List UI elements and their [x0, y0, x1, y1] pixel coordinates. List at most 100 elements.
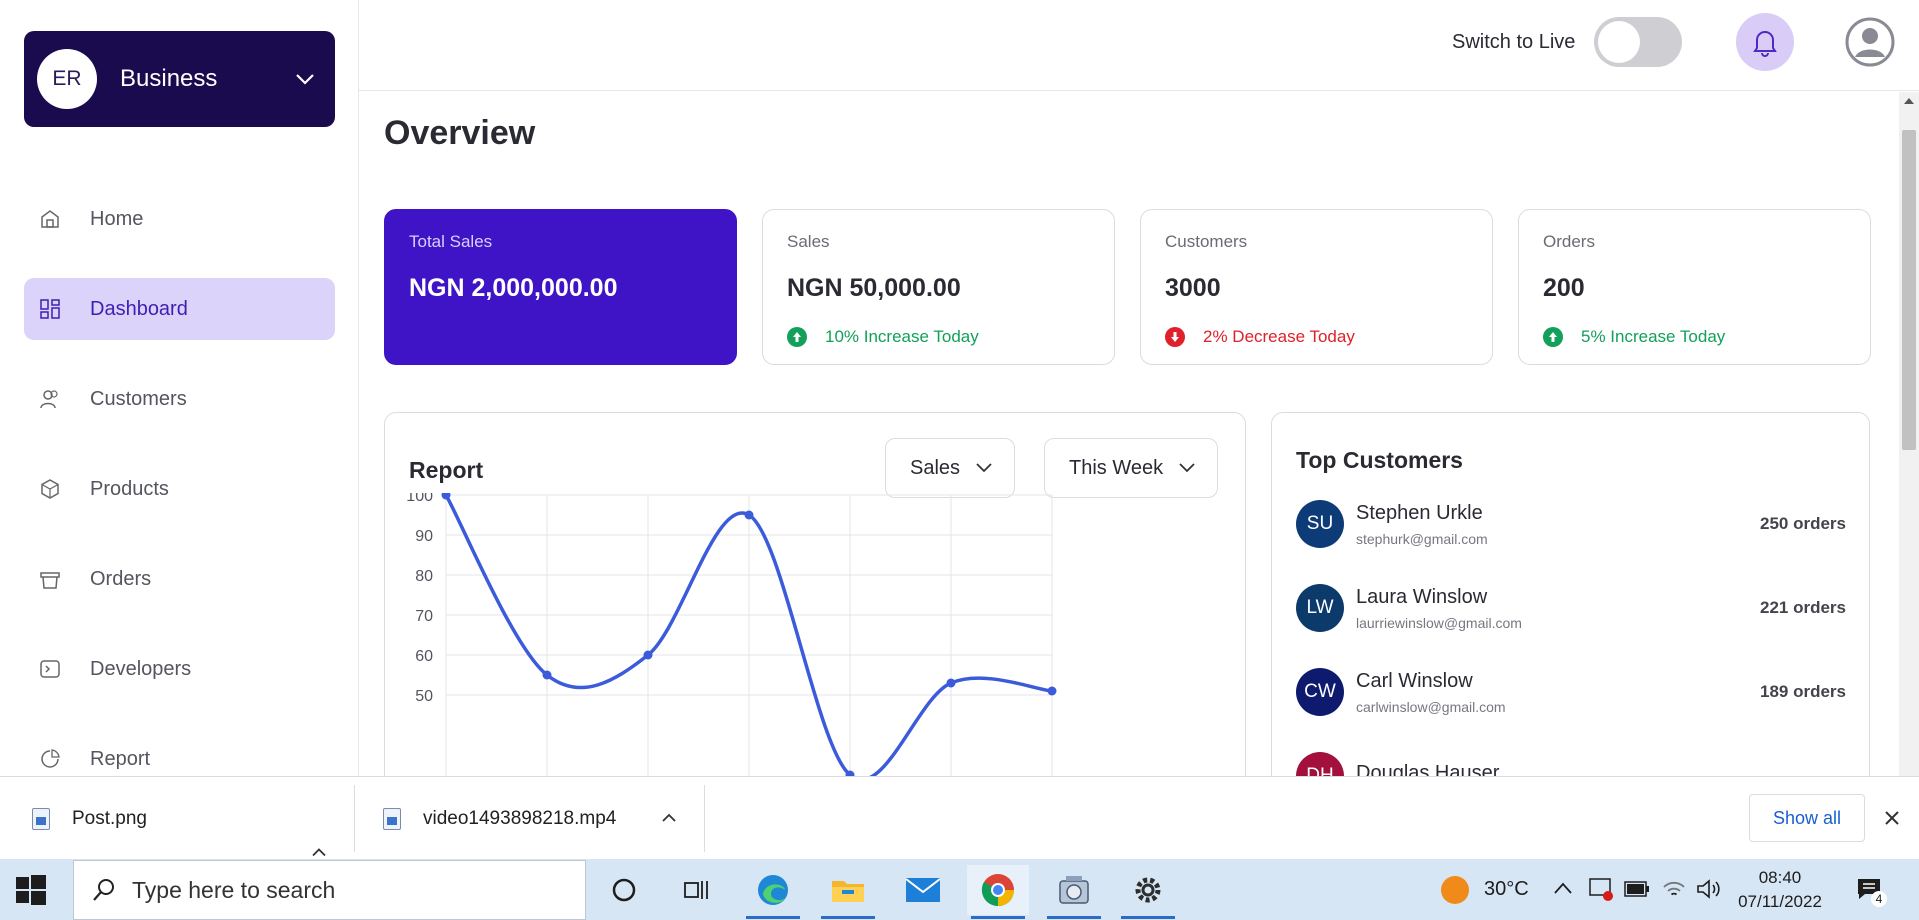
- arrow-up-icon: [787, 327, 807, 347]
- customers-card: Customers 3000 2% Decrease Today: [1140, 209, 1493, 365]
- business-switcher[interactable]: ER Business: [24, 31, 335, 127]
- sidebar-item-label: Products: [90, 477, 169, 500]
- search-icon: [93, 879, 114, 901]
- sidebar-item-orders[interactable]: Orders: [24, 548, 335, 610]
- customer-email: laurriewinslow@gmail.com: [1356, 614, 1522, 631]
- taskbar-search-box[interactable]: Type here to search: [73, 860, 586, 920]
- customer-orders: 221 orders: [1760, 598, 1846, 617]
- download-divider: [704, 785, 705, 852]
- downloads-bar: Post.png video1493898218.mp4 Show all: [0, 776, 1919, 859]
- chart-data-point[interactable]: [542, 670, 552, 680]
- download-filename: Post.png: [72, 807, 147, 829]
- toggle-knob: [1598, 21, 1640, 63]
- customer-avatar: LW: [1296, 584, 1344, 632]
- windows-start-icon[interactable]: [14, 873, 48, 907]
- edge-browser-icon[interactable]: [742, 865, 804, 919]
- card-change: 10% Increase Today: [825, 327, 979, 346]
- page-scrollbar[interactable]: [1899, 92, 1919, 776]
- chart-y-tick-label: 100: [406, 493, 433, 505]
- chart-data-point[interactable]: [643, 650, 653, 660]
- sidebar-item-developers[interactable]: Developers: [24, 638, 335, 700]
- arrow-up-icon: [1543, 327, 1563, 347]
- sidebar-item-label: Dashboard: [90, 297, 188, 320]
- scroll-thumb[interactable]: [1902, 130, 1916, 450]
- user-avatar-button[interactable]: [1845, 17, 1895, 67]
- card-label: Customers: [1165, 232, 1248, 251]
- customer-name: Stephen Urkle: [1356, 501, 1483, 524]
- windows-taskbar: Type here to search 30°C 08:40 07/11/202…: [0, 859, 1919, 920]
- customer-name: Douglas Hauser: [1356, 761, 1500, 777]
- card-change: 5% Increase Today: [1581, 327, 1726, 346]
- sidebar-item-label: Developers: [90, 657, 192, 680]
- customer-avatar: DH: [1296, 752, 1344, 776]
- task-view-icon[interactable]: [665, 865, 727, 915]
- notification-center-button[interactable]: 4: [1855, 875, 1887, 907]
- customer-orders: 189 orders: [1760, 682, 1846, 701]
- customer-avatar: CW: [1296, 668, 1344, 716]
- mail-icon[interactable]: [892, 865, 954, 915]
- sidebar-item-products[interactable]: Products: [24, 458, 335, 520]
- image-file-icon: [32, 807, 50, 830]
- customer-email: carlwinslow@gmail.com: [1356, 698, 1506, 715]
- card-value: NGN 2,000,000.00: [409, 274, 618, 302]
- sidebar-item-home[interactable]: Home: [24, 188, 335, 250]
- chevron-up-icon[interactable]: [1553, 881, 1573, 895]
- download-filename: video1493898218.mp4: [423, 807, 617, 829]
- metric-dropdown[interactable]: Sales: [885, 438, 1016, 498]
- sidebar-item-dashboard[interactable]: Dashboard: [24, 278, 335, 340]
- customer-row[interactable]: LW Laura Winslow laurriewinslow@gmail.co…: [1296, 580, 1846, 636]
- customer-row[interactable]: SU Stephen Urkle stephurk@gmail.com 250 …: [1296, 496, 1846, 552]
- report-panel: Report Sales This Week 100 90 80 70 60 50: [384, 412, 1246, 776]
- download-item-video[interactable]: video1493898218.mp4: [383, 777, 616, 860]
- sidebar: ER Business Home Dashboard Customers Pro…: [0, 0, 359, 776]
- chart-data-point[interactable]: [946, 678, 956, 688]
- customer-row[interactable]: DH Douglas Hauser: [1296, 748, 1846, 776]
- top-customers-panel: Top Customers SU Stephen Urkle stephurk@…: [1271, 412, 1870, 776]
- weather-temperature[interactable]: 30°C: [1484, 878, 1529, 901]
- weather-sun-icon[interactable]: [1440, 875, 1470, 905]
- chrome-browser-icon[interactable]: [967, 865, 1029, 919]
- chart-data-point[interactable]: [744, 510, 754, 520]
- sidebar-item-label: Report: [90, 747, 151, 770]
- switch-to-live-label: Switch to Live: [1452, 31, 1576, 53]
- chevron-up-icon[interactable]: [662, 811, 676, 825]
- cortana-icon[interactable]: [593, 865, 655, 915]
- customer-name: Carl Winslow: [1356, 669, 1473, 692]
- customer-avatar: SU: [1296, 500, 1344, 548]
- customer-row[interactable]: CW Carl Winslow carlwinslow@gmail.com 18…: [1296, 664, 1846, 720]
- card-label: Orders: [1543, 232, 1595, 251]
- chart-data-point[interactable]: [1047, 686, 1057, 696]
- battery-icon[interactable]: [1624, 880, 1650, 898]
- close-icon[interactable]: [1880, 806, 1904, 830]
- card-change: 2% Decrease Today: [1203, 327, 1355, 346]
- sales-card: Sales NGN 50,000.00 10% Increase Today: [762, 209, 1115, 365]
- customer-orders: 250 orders: [1760, 514, 1846, 533]
- report-line-chart: 100 90 80 70 60 50: [406, 493, 1057, 776]
- chart-y-tick-label: 90: [415, 528, 433, 545]
- meet-now-icon[interactable]: [1588, 876, 1614, 902]
- volume-icon[interactable]: [1696, 879, 1722, 899]
- chart-y-tick-label: 50: [415, 688, 433, 705]
- file-explorer-icon[interactable]: [817, 865, 879, 919]
- chart-y-tick-label: 60: [415, 648, 433, 665]
- report-icon: [38, 747, 62, 771]
- bell-icon: [1753, 31, 1777, 57]
- scroll-up-icon[interactable]: [1904, 98, 1914, 104]
- clock-date: 07/11/2022: [1738, 892, 1822, 911]
- total-sales-card: Total Sales NGN 2,000,000.00: [384, 209, 737, 365]
- notification-button[interactable]: [1736, 13, 1794, 71]
- card-value: 3000: [1165, 274, 1221, 302]
- download-item-post[interactable]: Post.png: [32, 777, 147, 860]
- media-app-icon[interactable]: [1043, 865, 1105, 919]
- live-mode-toggle[interactable]: [1594, 17, 1682, 67]
- top-customers-title: Top Customers: [1296, 447, 1463, 473]
- period-dropdown[interactable]: This Week: [1044, 438, 1219, 498]
- show-all-button[interactable]: Show all: [1749, 794, 1865, 842]
- settings-gear-icon[interactable]: [1117, 865, 1179, 919]
- taskbar-clock[interactable]: 08:40 07/11/2022: [1730, 866, 1830, 914]
- report-title: Report: [409, 457, 484, 483]
- sidebar-item-customers[interactable]: Customers: [24, 368, 335, 430]
- wifi-icon[interactable]: [1662, 879, 1686, 899]
- chevron-down-icon[interactable]: [285, 59, 325, 99]
- top-header: Switch to Live: [359, 0, 1919, 91]
